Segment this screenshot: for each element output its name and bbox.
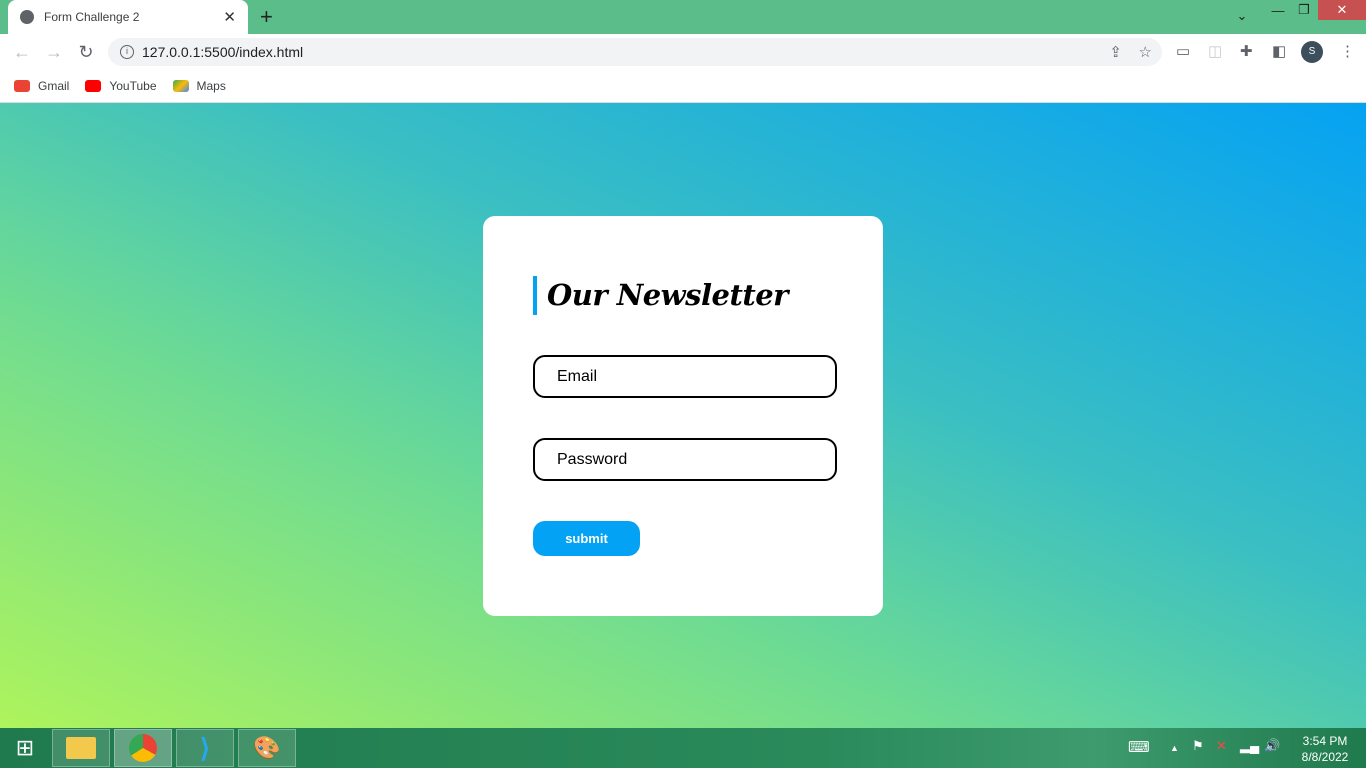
maps-icon (172, 80, 189, 92)
side-panel-icon[interactable]: ◧ (1272, 42, 1286, 60)
tab-form-challenge[interactable]: Form Challenge 2 ✕ (8, 0, 248, 34)
restore-button[interactable]: ❐ (1292, 0, 1316, 20)
bookmark-youtube[interactable]: YouTube (85, 79, 157, 93)
cast-extension-icon[interactable]: ▭ (1176, 42, 1190, 60)
extension-icon[interactable]: ◫ (1208, 42, 1222, 60)
volume-icon[interactable]: 🔊 (1264, 738, 1280, 754)
start-button[interactable]: ⊞ (0, 729, 50, 767)
submit-button[interactable]: submit (533, 521, 640, 556)
action-center-flag-icon[interactable]: ⚑ (1192, 738, 1204, 754)
chrome-icon (129, 734, 157, 762)
url-text: 127.0.0.1:5500/index.html (142, 44, 304, 60)
extensions-puzzle-icon[interactable]: ✚ (1240, 42, 1253, 60)
newsletter-card: Our Newsletter submit (483, 216, 883, 616)
close-window-button[interactable]: ✕ (1318, 0, 1366, 20)
taskbar-chrome[interactable] (114, 729, 172, 767)
keyboard-icon[interactable]: ⌨ (1128, 738, 1150, 756)
tab-strip: Form Challenge 2 ✕ + ⌄ — ❐ ✕ (0, 0, 1366, 34)
folder-icon (66, 737, 96, 759)
minimize-button[interactable]: — (1266, 0, 1290, 20)
tab-close-icon[interactable]: ✕ (223, 8, 236, 26)
youtube-icon (85, 80, 102, 92)
taskbar-file-explorer[interactable] (52, 729, 110, 767)
network-signal-icon[interactable]: ▂▄ (1240, 738, 1259, 754)
page-title: Our Newsletter (533, 276, 788, 315)
share-icon[interactable]: ⇪ (1109, 43, 1122, 61)
tab-title: Form Challenge 2 (44, 10, 140, 24)
bookmark-gmail[interactable]: Gmail (14, 79, 69, 93)
site-info-icon[interactable]: i (120, 45, 134, 59)
bookmark-maps[interactable]: Maps (172, 79, 226, 93)
vscode-icon: ⟩ (199, 732, 211, 763)
taskbar-paint[interactable]: 🎨 (238, 729, 296, 767)
show-hidden-icons[interactable]: ▲ (1170, 743, 1179, 753)
email-field[interactable] (533, 355, 837, 398)
paint-palette-icon: 🎨 (253, 735, 281, 760)
clock-time: 3:54 PM (1302, 734, 1348, 748)
globe-icon (20, 10, 34, 24)
back-button[interactable]: ← (6, 42, 38, 63)
password-field[interactable] (533, 438, 837, 481)
menu-kebab-icon[interactable]: ⋮ (1340, 42, 1355, 60)
taskbar: ⊞ ⟩ 🎨 (0, 728, 1366, 768)
new-tab-button[interactable]: + (260, 4, 273, 30)
clock-date: 8/8/2022 (1301, 750, 1349, 764)
reload-button[interactable]: ↻ (70, 42, 102, 63)
forward-button[interactable]: → (38, 42, 70, 63)
taskbar-vscode[interactable]: ⟩ (176, 729, 234, 767)
bookmark-star-icon[interactable]: ☆ (1139, 43, 1152, 61)
windows-icon: ⊞ (15, 735, 35, 760)
system-clock[interactable]: 3:54 PM 8/8/2022 (1290, 733, 1360, 765)
tab-search-chevron-icon[interactable]: ⌄ (1230, 6, 1254, 26)
profile-avatar[interactable]: S (1301, 41, 1323, 63)
bookmarks-bar: Gmail YouTube Maps (0, 70, 1366, 103)
power-icon[interactable]: ✕ (1216, 738, 1227, 754)
browser-toolbar: ← → ↻ i 127.0.0.1:5500/index.html ⇪ ☆ (0, 34, 1366, 70)
gmail-icon (14, 80, 30, 92)
address-bar[interactable]: i 127.0.0.1:5500/index.html ⇪ ☆ (108, 38, 1162, 66)
page-background: Our Newsletter submit (0, 103, 1366, 728)
